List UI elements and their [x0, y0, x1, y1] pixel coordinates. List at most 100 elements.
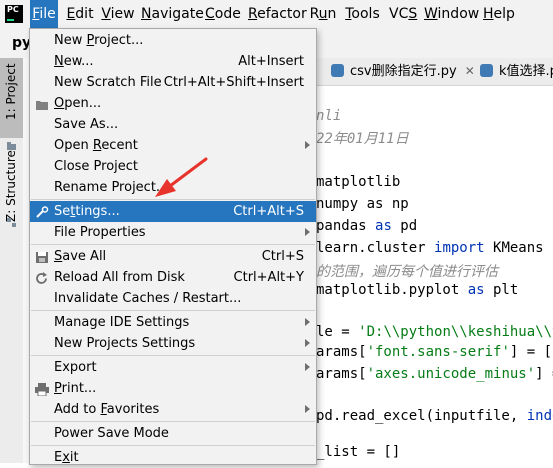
menu-item-label: Save All [54, 249, 107, 264]
code-token: arams[ [316, 344, 367, 360]
tab-k-selection[interactable]: k值选择.py [480, 58, 553, 85]
shortcut-label: Ctrl+Alt+Shift+Insert [163, 75, 304, 90]
submenu-arrow-icon [305, 318, 310, 326]
menu-file[interactable]: File [30, 0, 58, 29]
tab-label: csv删除指定行.py [350, 64, 457, 79]
close-tab-icon[interactable]: ✕ [465, 58, 475, 85]
menu-item-label: Close Project [54, 159, 139, 174]
menu-item-export[interactable]: Export [30, 357, 316, 378]
menu-view[interactable]: View [101, 0, 135, 29]
project-tool-tab-label: 1: Project [4, 63, 18, 120]
code-token: 22年01月11日 [316, 131, 409, 147]
menu-item-reload-all-from-disk[interactable]: Reload All from Disk Ctrl+Alt+Y [30, 267, 316, 288]
submenu-arrow-icon [305, 228, 310, 236]
code-line: 的范围，遍历每个值进行评估 [316, 261, 498, 281]
code-token: learn.cluster [316, 240, 435, 256]
code-editor[interactable]: nli 22年01月11日 matplotlib numpy as np pandas … [316, 86, 553, 463]
menu-edit[interactable]: Edit [66, 0, 94, 29]
menu-separator [31, 421, 315, 422]
code-token: arams[ [316, 366, 367, 382]
code-token: plt [484, 282, 519, 298]
menu-item-add-to-favorites[interactable]: Add to Favorites [30, 399, 316, 420]
code-token: KMeans [484, 240, 544, 256]
python-file-icon [331, 64, 344, 77]
menu-vcs[interactable]: VCS [389, 0, 417, 29]
menu-item-label: Open... [54, 96, 102, 111]
menu-item-label: New Scratch File [54, 75, 162, 90]
code-line: _list = [] [316, 444, 400, 460]
code-token: index [526, 408, 553, 424]
file-menu-popup: New Project... New... Alt+Insert New Scratc… [29, 28, 317, 465]
menu-item-label: Print... [54, 381, 97, 396]
menu-item-save-all[interactable]: Save All Ctrl+S [30, 246, 316, 267]
menu-item-print[interactable]: Print... [30, 378, 316, 399]
menu-item-label: Open Recent [54, 138, 138, 153]
menu-item-settings[interactable]: Settings... Ctrl+Alt+S [30, 201, 316, 222]
menu-code[interactable]: Code [205, 0, 241, 29]
code-token: _list = [] [316, 444, 401, 460]
menu-item-new[interactable]: New... Alt+Insert [30, 51, 316, 72]
structure-tool-tab-label: Z: Structure [4, 150, 18, 222]
menu-item-new-scratch-file[interactable]: New Scratch File Ctrl+Alt+Shift+Insert [30, 72, 316, 93]
menu-item-new-project[interactable]: New Project... [30, 30, 316, 51]
menu-item-rename-project[interactable]: Rename Project... [30, 177, 316, 198]
code-token: 'axes.unicode_minus' [366, 366, 536, 382]
menu-separator [31, 199, 315, 200]
code-line: learn.cluster import KMeans [316, 240, 544, 256]
code-line: pd.read_excel(inputfile, index [316, 408, 553, 424]
submenu-arrow-icon [305, 141, 310, 149]
menu-item-label: Manage IDE Settings [54, 315, 190, 330]
menu-item-label: Exit [54, 450, 79, 465]
code-token: 'D:\\python\\keshihua\\yu [358, 324, 553, 340]
code-line: le = 'D:\\python\\keshihua\\yu [316, 324, 553, 340]
menu-item-open[interactable]: Open... [30, 93, 316, 114]
menu-item-label: Export [54, 360, 97, 375]
menu-item-manage-ide-settings[interactable]: Manage IDE Settings [30, 312, 316, 333]
tab-csv-delete-rows[interactable]: csv删除指定行.py ✕ [331, 58, 475, 85]
menu-help[interactable]: Help [483, 0, 515, 29]
menu-item-label: New Projects Settings [54, 336, 196, 351]
code-line: pandas as pd [316, 218, 417, 234]
submenu-arrow-icon [305, 405, 310, 413]
menu-item-open-recent[interactable]: Open Recent [30, 135, 316, 156]
menu-item-new-projects-settings[interactable]: New Projects Settings [30, 333, 316, 354]
menu-item-label: Save As... [54, 117, 119, 132]
menu-run[interactable]: Run [309, 0, 337, 29]
shortcut-label: Ctrl+Alt+S [233, 204, 304, 219]
wrench-icon [35, 205, 49, 218]
code-token: pd [391, 218, 418, 234]
code-line: arams['axes.unicode_minus'] = [316, 366, 553, 382]
menu-item-close-project[interactable]: Close Project [30, 156, 316, 177]
reload-icon [35, 271, 49, 284]
menu-item-file-properties[interactable]: File Properties [30, 222, 316, 243]
shortcut-label: Ctrl+Alt+Y [233, 270, 304, 285]
menu-item-invalidate-caches-restart[interactable]: Invalidate Caches / Restart... [30, 288, 316, 309]
menu-tools[interactable]: Tools [344, 0, 381, 29]
menu-separator [31, 310, 315, 311]
tab-label: k值选择.py [499, 64, 553, 79]
menu-separator [31, 355, 315, 356]
menu-item-label: Settings... [54, 204, 120, 219]
menu-item-exit[interactable]: Exit [30, 447, 316, 468]
menu-window[interactable]: Window [424, 0, 479, 29]
code-token: ] = [535, 366, 553, 382]
left-tool-window-bar: 1: Project Z: Structure [0, 58, 24, 463]
code-token: 的范围，遍历每个值进行评估 [316, 264, 498, 280]
menu-item-label: File Properties [54, 225, 146, 240]
menu-item-label: New Project... [54, 33, 144, 48]
code-token: le = [316, 324, 359, 340]
python-file-icon [480, 64, 493, 77]
menu-item-power-save-mode[interactable]: Power Save Mode [30, 423, 316, 444]
submenu-arrow-icon [305, 363, 310, 371]
menu-navigate[interactable]: Navigate [141, 0, 204, 29]
code-line: numpy as np [316, 196, 409, 212]
code-token: import [434, 240, 485, 256]
menu-refactor[interactable]: Refactor [248, 0, 307, 29]
project-tool-tab[interactable]: 1: Project [0, 58, 23, 138]
structure-icon [7, 218, 16, 227]
shortcut-label: Ctrl+S [261, 249, 304, 264]
menu-item-save-as[interactable]: Save As... [30, 114, 316, 135]
save-icon [35, 250, 49, 263]
code-line: matplotlib [316, 174, 400, 190]
menu-item-label: Reload All from Disk [54, 270, 185, 285]
